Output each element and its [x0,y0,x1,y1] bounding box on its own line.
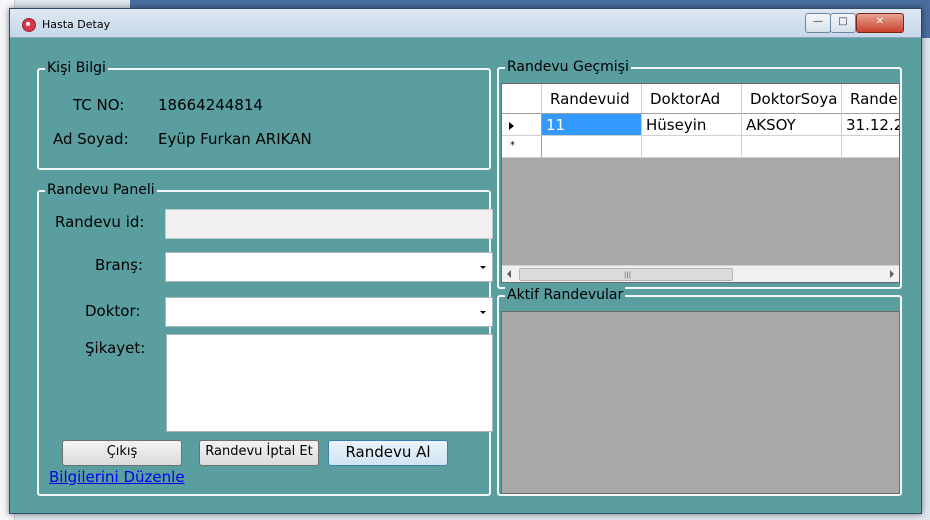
chevron-down-icon [480,266,486,269]
form-client-area: Kişi Bilgi TC NO: 18664244814 Ad Soyad: … [18,45,913,505]
horizontal-scrollbar[interactable]: ||| [502,265,899,282]
chevron-down-icon [480,311,486,314]
randevu-paneli-title: Randevu Paneli [45,182,157,198]
scroll-left-icon[interactable] [507,270,511,278]
grid-corner-header[interactable] [502,84,542,114]
aktif-randevular-group: Aktif Randevular [497,287,902,496]
ad-soyad-label: Ad Soyad: [53,130,129,148]
ad-soyad-value: Eyüp Furkan ARIKAN [158,130,312,148]
maximize-button[interactable]: □ [830,13,856,33]
randevu-iptal-button[interactable]: Randevu İptal Et [199,440,319,466]
table-cell[interactable] [742,136,842,158]
row-header[interactable] [502,114,542,136]
scrollbar-thumb[interactable]: ||| [519,268,733,281]
maximize-icon: □ [838,16,848,27]
brans-combobox[interactable] [165,252,493,282]
bilgilerini-duzenle-link[interactable]: Bilgilerini Düzenle [49,468,185,486]
doktor-combobox[interactable] [165,297,493,327]
table-cell[interactable]: Hüseyin [642,114,742,136]
app-icon [22,18,36,32]
randevu-gecmisi-group: Randevu Geçmişi Randevuid DoktorAd Dokto… [497,59,902,289]
table-cell[interactable] [542,136,642,158]
table-cell[interactable] [842,136,899,158]
column-header[interactable]: DoktorAd [642,84,742,114]
aktif-randevular-title: Aktif Randevular [505,287,626,303]
doktor-label: Doktor: [85,302,141,320]
aktif-randevular-grid[interactable] [501,311,900,494]
kisi-bilgi-title: Kişi Bilgi [45,60,108,76]
minimize-icon: — [813,16,823,27]
column-header[interactable]: DoktorSoya [742,84,842,114]
grip-icon: ||| [624,271,632,279]
current-row-arrow-icon [509,122,514,130]
randevu-id-label: Randevu id: [55,213,145,231]
randevu-gecmisi-grid[interactable]: Randevuid DoktorAd DoktorSoya Rande 11 H… [501,83,900,283]
table-cell[interactable] [642,136,742,158]
randevu-al-button[interactable]: Randevu Al [328,440,448,466]
tc-no-value: 18664244814 [158,96,263,114]
randevu-paneli-group: Randevu Paneli Randevu id: Branş: Doktor… [37,182,493,496]
scroll-right-icon[interactable] [890,270,894,278]
randevu-gecmisi-title: Randevu Geçmişi [505,59,631,75]
table-cell[interactable]: 31.12.2 [842,114,899,136]
cikis-button[interactable]: Çıkış [62,440,182,466]
sikayet-label: Şikayet: [85,339,146,357]
title-bar[interactable]: Hasta Detay — □ ✕ [10,9,921,38]
kisi-bilgi-group: Kişi Bilgi TC NO: 18664244814 Ad Soyad: … [37,60,491,170]
brans-label: Branş: [95,256,144,274]
hasta-detay-window: Hasta Detay — □ ✕ Kişi Bilgi TC NO: 1866… [9,8,922,514]
new-row-asterisk-icon: * [510,140,515,151]
tc-no-label: TC NO: [73,96,125,114]
window-title: Hasta Detay [42,18,111,31]
close-icon: ✕ [875,16,885,27]
row-header[interactable]: * [502,136,542,158]
column-header[interactable]: Randevuid [542,84,642,114]
table-cell[interactable]: 11 [542,114,642,136]
randevu-id-field[interactable] [165,209,493,239]
sikayet-textarea[interactable] [166,334,493,432]
minimize-button[interactable]: — [805,13,831,33]
table-cell[interactable]: AKSOY [742,114,842,136]
close-button[interactable]: ✕ [856,13,904,33]
column-header[interactable]: Rande [842,84,899,114]
